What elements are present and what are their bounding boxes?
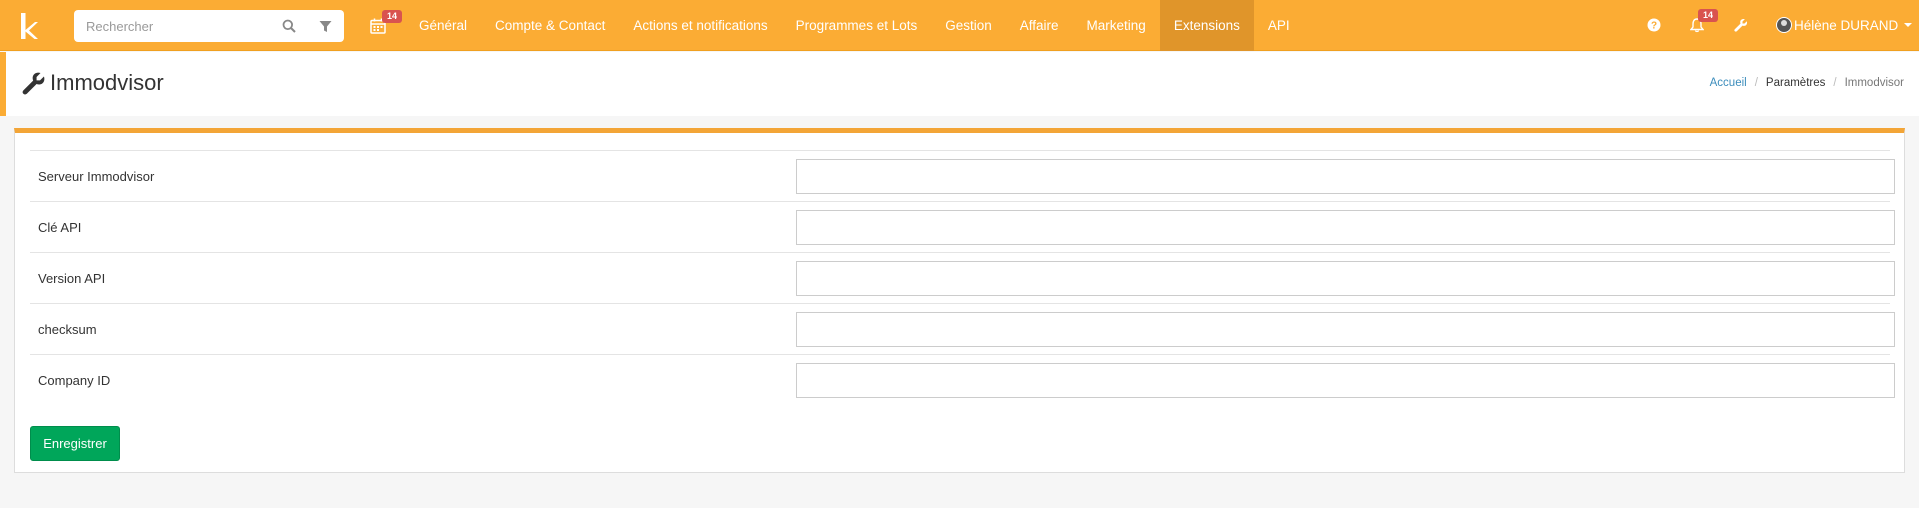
main-menu: Général Compte & Contact Actions et noti…	[405, 0, 1304, 51]
api-version-input[interactable]	[796, 261, 1895, 296]
nav-gestion[interactable]: Gestion	[931, 0, 1006, 51]
page-title-text: Immodvisor	[50, 70, 164, 95]
search-icon[interactable]	[281, 18, 297, 34]
logo-k-icon	[21, 13, 38, 39]
nav-general[interactable]: Général	[405, 0, 481, 51]
top-navbar: 14 Général Compte & Contact Actions et n…	[0, 0, 1919, 51]
svg-text:?: ?	[1651, 21, 1657, 32]
calendar-button[interactable]: 14	[368, 10, 402, 36]
checksum-label: checksum	[38, 322, 97, 337]
nav-compte-contact[interactable]: Compte & Contact	[481, 0, 619, 51]
company-id-label: Company ID	[38, 373, 111, 388]
wrench-icon	[22, 72, 45, 95]
server-label: Serveur Immodvisor	[38, 169, 155, 184]
search-input[interactable]	[74, 10, 274, 42]
nav-extensions[interactable]: Extensions	[1159, 0, 1254, 51]
form-row-api-version: Version API	[30, 252, 1895, 303]
settings-wrench-icon[interactable]	[1732, 16, 1750, 34]
breadcrumb-home[interactable]: Accueil	[1710, 77, 1747, 89]
page-title: Immodvisor	[22, 70, 164, 96]
avatar	[1776, 17, 1792, 33]
help-icon[interactable]: ?	[1645, 16, 1663, 34]
breadcrumb-separator: /	[1754, 77, 1758, 89]
form-row-checksum: checksum	[30, 303, 1895, 354]
company-id-input[interactable]	[796, 363, 1895, 398]
search-box	[74, 10, 344, 42]
server-input[interactable]	[796, 159, 1895, 194]
nav-actions-notifications[interactable]: Actions et notifications	[619, 0, 781, 51]
form-row-server: Serveur Immodvisor	[30, 150, 1895, 201]
app-logo[interactable]	[10, 6, 50, 46]
calendar-badge: 14	[382, 10, 402, 23]
form-row-api-key: Clé API	[30, 201, 1895, 252]
chevron-down-icon	[1904, 23, 1913, 27]
settings-panel: Serveur Immodvisor Clé API Version API c…	[14, 128, 1905, 473]
breadcrumb-separator: /	[1833, 77, 1837, 89]
save-button[interactable]: Enregistrer	[30, 426, 120, 461]
notification-badge: 14	[1698, 9, 1718, 22]
nav-api[interactable]: API	[1254, 0, 1304, 51]
checksum-input[interactable]	[796, 312, 1895, 347]
filter-icon[interactable]	[317, 18, 333, 34]
breadcrumb: Accueil / Paramètres / Immodvisor	[1710, 77, 1904, 89]
breadcrumb-current: Immodvisor	[1844, 77, 1904, 89]
form-row-company-id: Company ID	[30, 354, 1895, 405]
page-header: Immodvisor Accueil / Paramètres / Immodv…	[0, 52, 1919, 116]
nav-programmes-lots[interactable]: Programmes et Lots	[782, 0, 932, 51]
api-key-input[interactable]	[796, 210, 1895, 245]
api-key-label: Clé API	[38, 220, 82, 235]
nav-affaire[interactable]: Affaire	[1006, 0, 1073, 51]
breadcrumb-settings[interactable]: Paramètres	[1766, 77, 1825, 89]
nav-marketing[interactable]: Marketing	[1073, 0, 1160, 51]
user-menu[interactable]: Hélène DURAND	[1776, 14, 1913, 36]
user-name: Hélène DURAND	[1794, 17, 1899, 33]
api-version-label: Version API	[38, 271, 106, 286]
notification-button[interactable]: 14	[1688, 9, 1718, 34]
